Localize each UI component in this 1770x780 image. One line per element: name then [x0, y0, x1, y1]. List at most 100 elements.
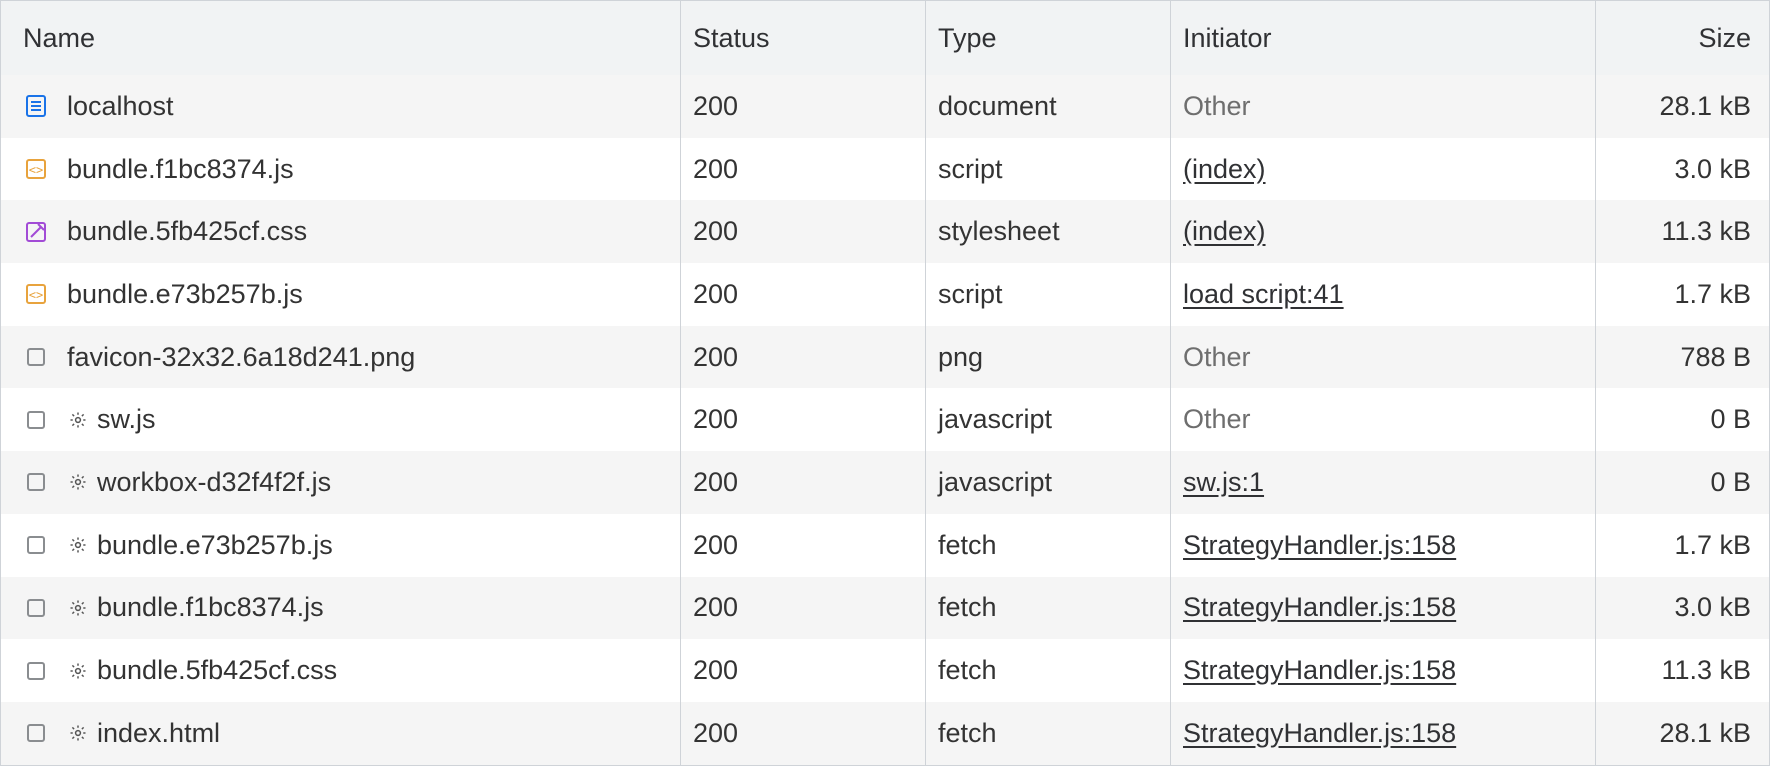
cell-name: sw.js: [1, 388, 681, 451]
blank-file-icon: [23, 469, 49, 495]
gear-icon: [67, 409, 89, 431]
request-name: bundle.f1bc8374.js: [67, 154, 294, 185]
gear-icon: [67, 660, 89, 682]
table-row[interactable]: favicon-32x32.6a18d241.png 200png Other 788…: [1, 326, 1769, 389]
js-file-icon: [23, 281, 49, 307]
network-table: Name Status Type Initiator Size localhos…: [0, 0, 1770, 766]
table-body: localhost200documentOther28.1 kBbundle.f…: [1, 75, 1769, 765]
cell-type: fetch: [926, 577, 1171, 640]
request-name: bundle.f1bc8374.js: [97, 592, 324, 623]
initiator-text: Other: [1183, 342, 1251, 373]
blank-file-icon: [23, 658, 49, 684]
cell-type: fetch: [926, 639, 1171, 702]
cell-size: 11.3 kB: [1596, 200, 1769, 263]
table-row[interactable]: bundle.f1bc8374.js 200script (index) 3.0 kB: [1, 138, 1769, 201]
table-row[interactable]: bundle.f1bc8374.js 200fetch StrategyHandle…: [1, 577, 1769, 640]
initiator-link[interactable]: sw.js:1: [1183, 467, 1264, 498]
cell-status: 200: [681, 200, 926, 263]
cell-type: stylesheet: [926, 200, 1171, 263]
cell-initiator: StrategyHandler.js:158: [1171, 514, 1596, 577]
gear-icon: [67, 471, 89, 493]
request-name: favicon-32x32.6a18d241.png: [67, 342, 415, 373]
cell-name: bundle.5fb425cf.css: [1, 200, 681, 263]
cell-status: 200: [681, 514, 926, 577]
initiator-link[interactable]: StrategyHandler.js:158: [1183, 592, 1456, 623]
request-name: bundle.5fb425cf.css: [67, 216, 307, 247]
cell-name: bundle.f1bc8374.js: [1, 577, 681, 640]
cell-initiator: sw.js:1: [1171, 451, 1596, 514]
blank-file-icon: [23, 595, 49, 621]
blank-file-icon: [23, 720, 49, 746]
request-name: bundle.e73b257b.js: [67, 279, 303, 310]
table-row[interactable]: bundle.5fb425cf.css 200fetch StrategyHandl…: [1, 639, 1769, 702]
cell-status: 200: [681, 451, 926, 514]
cell-status: 200: [681, 388, 926, 451]
cell-initiator: Other: [1171, 388, 1596, 451]
request-name: sw.js: [97, 404, 156, 435]
initiator-text: Other: [1183, 91, 1251, 122]
cell-status: 200: [681, 577, 926, 640]
initiator-link[interactable]: load script:41: [1183, 279, 1344, 310]
initiator-link[interactable]: StrategyHandler.js:158: [1183, 655, 1456, 686]
cell-status: 200: [681, 326, 926, 389]
request-name: index.html: [97, 718, 220, 749]
cell-size: 3.0 kB: [1596, 138, 1769, 201]
cell-status: 200: [681, 138, 926, 201]
table-row[interactable]: workbox-d32f4f2f.js200javascript sw.js:1 0…: [1, 451, 1769, 514]
cell-name: bundle.e73b257b.js: [1, 263, 681, 326]
cell-initiator: StrategyHandler.js:158: [1171, 702, 1596, 765]
cell-type: png: [926, 326, 1171, 389]
initiator-link[interactable]: StrategyHandler.js:158: [1183, 530, 1456, 561]
cell-size: 1.7 kB: [1596, 514, 1769, 577]
gear-icon: [67, 597, 89, 619]
cell-type: script: [926, 138, 1171, 201]
cell-type: fetch: [926, 702, 1171, 765]
cell-size: 788 B: [1596, 326, 1769, 389]
cell-size: 3.0 kB: [1596, 577, 1769, 640]
cell-initiator: load script:41: [1171, 263, 1596, 326]
table-row[interactable]: bundle.5fb425cf.css 200stylesheet (index) 1…: [1, 200, 1769, 263]
cell-initiator: Other: [1171, 75, 1596, 138]
column-header-initiator[interactable]: Initiator: [1171, 1, 1596, 75]
css-file-icon: [23, 219, 49, 245]
document-file-icon: [23, 93, 49, 119]
column-header-name[interactable]: Name: [1, 1, 681, 75]
cell-size: 0 B: [1596, 388, 1769, 451]
column-header-size[interactable]: Size: [1596, 1, 1769, 75]
cell-type: document: [926, 75, 1171, 138]
cell-name: bundle.5fb425cf.css: [1, 639, 681, 702]
table-header-row: Name Status Type Initiator Size: [1, 1, 1769, 75]
request-name: bundle.5fb425cf.css: [97, 655, 337, 686]
table-row[interactable]: bundle.e73b257b.js 200script load script:4…: [1, 263, 1769, 326]
js-file-icon: [23, 156, 49, 182]
cell-type: javascript: [926, 388, 1171, 451]
cell-size: 28.1 kB: [1596, 75, 1769, 138]
cell-name: index.html: [1, 702, 681, 765]
cell-size: 11.3 kB: [1596, 639, 1769, 702]
table-row[interactable]: localhost200document Other 28.1 kB: [1, 75, 1769, 138]
cell-status: 200: [681, 75, 926, 138]
cell-name: workbox-d32f4f2f.js: [1, 451, 681, 514]
cell-name: localhost: [1, 75, 681, 138]
cell-initiator: (index): [1171, 200, 1596, 263]
cell-status: 200: [681, 702, 926, 765]
initiator-link[interactable]: StrategyHandler.js:158: [1183, 718, 1456, 749]
initiator-link[interactable]: (index): [1183, 216, 1266, 247]
gear-icon: [67, 534, 89, 556]
cell-initiator: StrategyHandler.js:158: [1171, 577, 1596, 640]
cell-type: fetch: [926, 514, 1171, 577]
column-header-status[interactable]: Status: [681, 1, 926, 75]
initiator-link[interactable]: (index): [1183, 154, 1266, 185]
column-header-type[interactable]: Type: [926, 1, 1171, 75]
cell-type: script: [926, 263, 1171, 326]
cell-status: 200: [681, 639, 926, 702]
table-row[interactable]: sw.js 200javascriptOther0 B: [1, 388, 1769, 451]
cell-size: 0 B: [1596, 451, 1769, 514]
table-row[interactable]: index.html 200fetch StrategyHandler.js:158…: [1, 702, 1769, 765]
table-row[interactable]: bundle.e73b257b.js 200fetch StrategyHandle…: [1, 514, 1769, 577]
blank-file-icon: [23, 407, 49, 433]
cell-status: 200: [681, 263, 926, 326]
cell-type: javascript: [926, 451, 1171, 514]
blank-file-icon: [23, 532, 49, 558]
request-name: bundle.e73b257b.js: [97, 530, 333, 561]
